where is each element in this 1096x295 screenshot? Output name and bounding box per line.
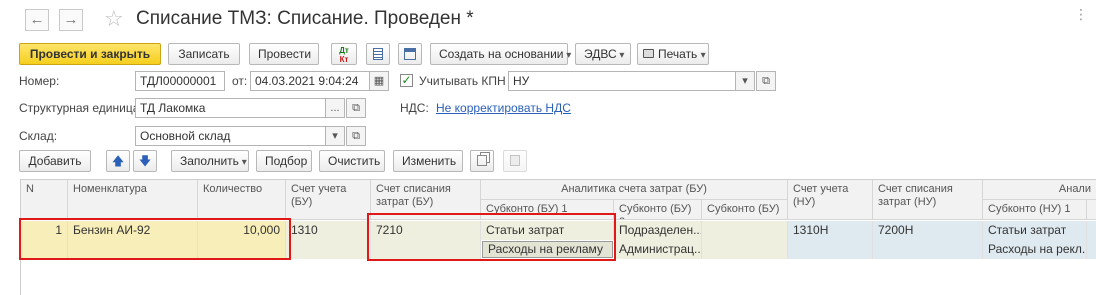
col-group-analytics-bu: Аналитика счета затрат (БУ) — [481, 180, 788, 200]
vat-label: НДС: — [400, 101, 429, 115]
dt-kt-button[interactable]: Дт Кт — [331, 43, 357, 65]
date-field[interactable]: 04.03.2021 9:04:24 — [250, 71, 370, 91]
cell-sub-bu2-type[interactable]: Подразделен... — [614, 221, 702, 240]
cell-sub-bu1-value[interactable]: Расходы на рекламу — [482, 241, 613, 258]
kpn-checkbox[interactable]: ✓ — [400, 74, 413, 87]
paste-icon — [510, 155, 520, 166]
goods-table: N Номенклатура Количество Счет учета (БУ… — [20, 179, 1096, 295]
unit-field[interactable]: ТД Лакомка — [135, 98, 326, 118]
col-header-sub-nu1[interactable]: Субконто (НУ) 1 — [983, 200, 1087, 220]
post-and-close-button[interactable]: Провести и закрыть — [19, 43, 161, 65]
warehouse-field[interactable]: Основной склад — [135, 126, 326, 146]
clear-button[interactable]: Очистить — [319, 150, 385, 172]
back-button[interactable]: ← — [25, 9, 49, 31]
paste-button[interactable] — [503, 150, 527, 172]
number-label: Номер: — [19, 74, 60, 88]
col-header-item[interactable]: Номенклатура — [68, 180, 198, 220]
warehouse-dropdown-button[interactable]: ▾ — [325, 126, 345, 146]
copy-button[interactable] — [470, 150, 494, 172]
kpn-select[interactable]: НУ — [508, 71, 736, 91]
unit-label: Структурная единица: — [19, 101, 143, 115]
cell-writeoff-bu[interactable]: 7210 — [371, 221, 481, 259]
cell-acc-nu[interactable]: 1310Н — [788, 221, 873, 259]
vat-link[interactable]: Не корректировать НДС — [436, 101, 571, 115]
col-header-qty[interactable]: Количество — [198, 180, 286, 220]
chevron-down-icon: ▾ — [742, 75, 748, 87]
open-icon: ⧉ — [352, 102, 360, 114]
dt-kt-icon-top: Дт — [339, 46, 349, 55]
warehouse-open-button[interactable]: ⧉ — [346, 126, 366, 146]
edvs-dropdown[interactable]: ЭДВС — [575, 43, 631, 65]
favorite-star-icon[interactable]: ☆ — [104, 6, 124, 32]
printer-icon — [643, 49, 654, 58]
calendar-button[interactable]: ▦ — [369, 71, 389, 91]
ellipsis-icon: ... — [330, 102, 340, 114]
open-icon: ⧉ — [352, 130, 360, 142]
number-field[interactable]: ТДЛ00000001 — [135, 71, 225, 91]
cell-sub-bu1-type[interactable]: Статьи затрат — [481, 221, 614, 240]
create-based-on-dropdown[interactable]: Создать на основании — [430, 43, 568, 65]
col-header-sub-bu3[interactable]: Субконто (БУ) — [702, 200, 788, 220]
cell-qty[interactable]: 10,000 — [198, 221, 286, 259]
warehouse-label: Склад: — [19, 129, 58, 143]
cell-sub-bu2-value[interactable]: Администрац... — [614, 240, 702, 259]
col-header-writeoff-nu[interactable]: Счет списания затрат (НУ) — [873, 180, 983, 220]
col-header-acc-bu[interactable]: Счет учета (БУ) — [286, 180, 371, 220]
cell-acc-bu[interactable]: 1310 — [286, 221, 371, 259]
cell-sub-nu1-value[interactable]: Расходы на рекл... — [983, 240, 1087, 259]
structure-button[interactable] — [398, 43, 422, 65]
unit-open-button[interactable]: ⧉ — [346, 98, 366, 118]
col-header-sub-nu2[interactable] — [1087, 200, 1096, 220]
col-header-acc-nu[interactable]: Счет учета (НУ) — [788, 180, 873, 220]
cell-sub-bu3[interactable] — [702, 221, 788, 259]
kpn-open-button[interactable]: ⧉ — [756, 71, 776, 91]
move-down-button[interactable]: 🡇 — [133, 150, 157, 172]
cell-item[interactable]: Бензин АИ-92 — [68, 221, 198, 259]
forward-button[interactable]: → — [59, 9, 83, 31]
arrow-up-icon: 🡅 — [111, 154, 125, 168]
col-header-sub-bu2[interactable]: Субконто (БУ) 2 — [614, 200, 702, 220]
list-icon — [373, 48, 383, 60]
cell-sub-nu2[interactable] — [1087, 221, 1096, 259]
kpn-label: Учитывать КПН — [419, 74, 506, 88]
print-dropdown[interactable]: Печать — [637, 43, 709, 65]
arrow-left-icon: ← — [29, 11, 45, 28]
unit-select-button[interactable]: ... — [325, 98, 345, 118]
kpn-dropdown-button[interactable]: ▾ — [735, 71, 755, 91]
arrow-down-icon: 🡇 — [138, 154, 152, 168]
chevron-down-icon: ▾ — [332, 130, 338, 142]
arrow-right-icon: → — [63, 11, 79, 28]
move-up-button[interactable]: 🡅 — [106, 150, 130, 172]
col-header-n[interactable]: N — [21, 180, 68, 220]
document-list-button[interactable] — [366, 43, 390, 65]
fill-dropdown[interactable]: Заполнить — [171, 150, 249, 172]
date-from-label: от: — [232, 74, 248, 88]
change-button[interactable]: Изменить — [393, 150, 463, 172]
cell-sub-nu1-type[interactable]: Статьи затрат — [983, 221, 1087, 240]
col-header-writeoff-bu[interactable]: Счет списания затрат (БУ) — [371, 180, 481, 220]
pick-button[interactable]: Подбор — [256, 150, 312, 172]
col-group-analytics-nu: Анали — [983, 180, 1096, 200]
post-button[interactable]: Провести — [249, 43, 319, 65]
print-label: Печать — [658, 47, 698, 61]
cell-writeoff-nu[interactable]: 7200Н — [873, 221, 983, 259]
copy-icon — [477, 155, 487, 166]
add-row-button[interactable]: Добавить — [19, 150, 91, 172]
page-title: Списание ТМЗ: Списание. Проведен * — [136, 8, 474, 29]
hierarchy-icon — [404, 48, 416, 60]
more-menu-icon[interactable]: ⋮ — [1074, 6, 1088, 23]
open-icon: ⧉ — [762, 75, 770, 87]
save-button[interactable]: Записать — [168, 43, 240, 65]
calendar-icon: ▦ — [373, 75, 385, 87]
col-header-sub-bu1[interactable]: Субконто (БУ) 1 — [481, 200, 614, 220]
dt-kt-icon-bottom: Кт — [339, 55, 349, 64]
cell-n[interactable]: 1 — [21, 221, 68, 259]
